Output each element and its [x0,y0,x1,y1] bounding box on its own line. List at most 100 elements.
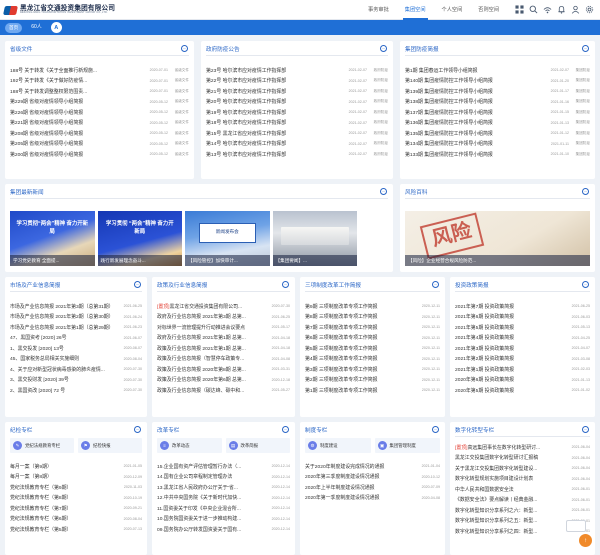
grid-icon[interactable] [515,5,524,14]
more-icon[interactable]: ··· [181,45,188,52]
list-item[interactable]: [置顶] 黑龙江省交通投资集团有限公司... 2020-07-30 [157,301,290,312]
list-item[interactable]: 13.黑龙江省人民政府办公厅关于“省... 2020-12-14 [157,482,290,493]
more-icon[interactable]: ··· [380,188,387,195]
list-item[interactable]: 2020年第5期 投资政策简报 2021-01-02 [455,385,590,396]
list-item[interactable]: 2021年第1期 投资政策简报 2021-02-03 [455,364,590,375]
more-icon[interactable]: ··· [134,426,141,433]
list-item[interactable]: 第200期 省级对疫情领导小组简报 2020-05-12 省级文件 [10,149,189,160]
tab-60-people[interactable]: 60人 [26,22,47,33]
list-item[interactable]: 4、关于应对新型冠状病毒感染的肺炎疫情... 2020-07-30 [10,364,142,375]
nav-group-space[interactable]: 集团空间 [397,0,434,20]
list-item[interactable]: 2020年第一季度制度建设情况通报 2020-04-08 [305,493,440,504]
more-icon[interactable]: ··· [282,281,289,288]
more-icon[interactable]: ··· [134,281,141,288]
list-item[interactable]: 2021年第7期 投资政策简报 2021-06-25 [455,301,590,312]
list-item[interactable]: 2021年第6期 投资政策简报 2021-06-03 [455,312,590,323]
list-item[interactable]: 第14号 哈尔滨市应对疫情工作指挥部 2021-02-07 政府防疫 [206,139,388,150]
list-item[interactable]: 第22号 哈尔滨市应对疫情工作指挥部 2021-02-07 政府防疫 [206,76,388,87]
list-item[interactable]: 政府及行业信息简报 2021年第3期 总第... 2021-06-25 [157,312,290,323]
more-icon[interactable]: ··· [380,45,387,52]
search-icon[interactable] [529,5,538,14]
list-item[interactable]: 市场及产业信息简报 2021年第2期（总第30期） 2021-06-24 [10,312,142,323]
more-icon[interactable]: ··· [582,426,589,433]
list-item[interactable]: 第21号 哈尔滨市应对疫情工作指挥部 2021-02-07 政府防疫 [206,86,388,97]
list-item[interactable]: 第135期 集团疫情防控工作领导小组简报 2021-01-12 集团防疫 [405,128,590,139]
floating-toolbox[interactable] [566,520,586,532]
list-item[interactable]: 第20号 哈尔滨市应对疫情工作指挥部 2021-02-07 政府防疫 [206,97,388,108]
list-item[interactable]: 188号 关于转发《关于全面推行新规施... 2020-07-01 省级文件 [10,65,189,76]
list-item[interactable]: 14.国有企业公司章程制定管理办法 2020-12-14 [157,472,290,483]
list-item[interactable]: 《数据安全法》要点解读丨经典金融... 2021-06-01 [455,495,590,506]
nav-other-space[interactable]: 否则空间 [470,0,507,20]
list-item[interactable]: 第9期 三项制度改革专项工作简报 2020-12-11 [305,301,440,312]
list-item[interactable]: 10.国务院国资委关于进一步推动构建... 2020-12-14 [157,514,290,525]
bell-icon[interactable] [557,5,566,14]
quick-link-reform-news[interactable]: ≡ 改革动态 [157,438,222,453]
list-item[interactable]: 第140期 集团疫情防控工作领导小组简报 2021-01-20 集团防疫 [405,76,590,87]
quick-link-regulation-building[interactable]: ⚙ 制度建设 [305,438,371,453]
list-item[interactable]: 2021年第3期 投资政策简报 2021-04-07 [455,343,590,354]
list-item[interactable]: 2021年第2期 投资政策简报 2021-03-08 [455,354,590,365]
list-item[interactable]: 政府及行业信息简报 2021年第1期 总第... 2021-04-18 [157,333,290,344]
list-item[interactable]: 第138期 集团疫情防控工作领导小组简报 2021-01-16 集团防疫 [405,97,590,108]
settings-icon[interactable] [585,5,594,14]
list-item[interactable]: 第6期 三项制度改革专项工作简报 2020-12-11 [305,333,440,344]
list-item[interactable]: 数字化转型知识分享系列之六：新型... 2021-06-01 [455,505,590,516]
list-item[interactable]: 对标世界一流管理提升行动推进会议要点 2021-05-17 [157,322,290,333]
list-item[interactable]: 188号 关于转发调整整权限范围责... 2020-07-01 省级文件 [10,86,189,97]
list-item[interactable]: 第19号 哈尔滨市应对疫情工作指挥部 2021-02-07 政府防疫 [206,107,388,118]
news-image[interactable]: 新闻发布会 【风险管控】加快审计... [185,211,270,266]
more-icon[interactable]: ··· [582,281,589,288]
list-item[interactable]: 党纪法规教育专栏（第9期） 2020-11-03 [10,482,142,493]
list-item[interactable]: 2020年第6期 投资政策简报 2021-01-13 [455,375,590,386]
more-icon[interactable]: ··· [432,281,439,288]
list-item[interactable]: [置顶] 高远集团事长在数字化转型研讨... 2021-06-04 [455,442,590,453]
wifi-icon[interactable] [543,5,552,14]
list-item[interactable]: 黑龙江交投集团数字化转型研讨汇报稿 2021-06-04 [455,453,590,464]
nav-personal-space[interactable]: 个人空间 [434,0,471,20]
list-item[interactable]: 中华人民共和国数据安全法 2021-06-01 [455,484,590,495]
more-icon[interactable]: ··· [582,188,589,195]
company-logo[interactable]: 黑龙江省交通投资集团有限公司 HEILONGJIANG TRANSPORTATI… [3,3,115,17]
tab-a[interactable]: A [50,22,62,33]
list-item[interactable]: 2021年第4期 投资政策简报 2021-04-25 [455,333,590,344]
list-item[interactable]: 3、黑交投财发 [2020] 39号 2020-07-30 [10,375,142,386]
list-item[interactable]: 15.企业国有资产评估管理暂行办法（... 2020-12-14 [157,461,290,472]
list-item[interactable]: 第229期 省级对疫情领导小组简报 2020-05-12 省级文件 [10,97,189,108]
list-item[interactable]: 第221期 省级对疫情领导小组简报 2020-05-12 省级文件 [10,118,189,129]
list-item[interactable]: 数字化转型规划实施项目建设计划表 2021-06-04 [455,474,590,485]
list-item[interactable]: 11.国资委关于印发《中央企业混合所... 2020-12-14 [157,503,290,514]
list-item[interactable]: 第2期 三项制度改革专项工作简报 2020-12-11 [305,375,440,386]
list-item[interactable]: 45、国家税务总局相关实施细则 2020-08-04 [10,354,142,365]
nav-approval[interactable]: 事务审批 [360,0,397,20]
tab-home[interactable]: 首页 [5,22,23,33]
list-item[interactable]: 1、黑交投发 [2020] 13号 2020-08-07 [10,343,142,354]
list-item[interactable]: 政策及行业信息简报 2020年第6期 总第... 2020-12-18 [157,375,290,386]
list-item[interactable]: 第15号 黑龙江省应对疫情工作指挥部 2021-02-07 政府防疫 [206,128,388,139]
more-icon[interactable]: ··· [432,426,439,433]
quick-link-discipline-news[interactable]: ⚑ 纪检快报 [78,438,142,453]
list-item[interactable]: 第208期 省级对疫情领导小组简报 2020-05-12 省级文件 [10,128,189,139]
list-item[interactable]: 第13号 哈尔滨市应对疫情工作指挥部 2021-02-07 政府防疫 [206,149,388,160]
list-item[interactable]: 第5期 三项制度改革专项工作简报 2020-12-11 [305,343,440,354]
list-item[interactable]: 政策及行业信息简报 2021年第1期 总第... 2021-04-18 [157,343,290,354]
news-image[interactable]: 学习贯彻 “两会”精神 奋力开新局 践行新发展理念奋斗... [97,211,182,266]
list-item[interactable]: 2020年第三季度制度建设情况通报 2020-10-12 [305,472,440,483]
list-item[interactable]: 党纪法规教育专栏（第5期） 2020-07-13 [10,524,142,535]
list-item[interactable]: 第1期 三项制度改革专项工作简报 2020-12-11 [305,385,440,396]
list-item[interactable]: 政策及行业信息简报 2020年第8期 总第... 2021-03-31 [157,364,290,375]
list-item[interactable]: 2020年上半年制度建设情况通报 2020-07-09 [305,482,440,493]
list-item[interactable]: 关于2020年制度建设完成情况的通报 2021-01-04 [305,461,440,472]
list-item[interactable]: 政策及行业信息简报（智慧停车政策专... 2021-04-08 [157,354,290,365]
list-item[interactable]: 第205期 省级对疫情领导小组简报 2020-05-12 省级文件 [10,139,189,150]
list-item[interactable]: 2、黑国资改 [2020] 72 号 2020-07-30 [10,385,142,396]
list-item[interactable]: 第1期 集团春运工作领导小组简报 2021-02-07 集团防疫 [405,65,590,76]
back-to-top-icon[interactable]: ↑ [579,534,592,547]
list-item[interactable]: 党纪法规教育专栏（第7期） 2020-09-21 [10,503,142,514]
list-item[interactable]: 第136期 集团疫情防控工作领导小组简报 2021-01-13 集团防疫 [405,118,590,129]
list-item[interactable]: 09.国务院办公厅转发国资委关于国有... 2020-12-14 [157,524,290,535]
quick-link-discipline-education[interactable]: ✎ 党纪法规教育专栏 [10,438,74,453]
list-item[interactable]: 党纪法规教育专栏（第8期） 2020-10-19 [10,493,142,504]
list-item[interactable]: 第18号 哈尔滨市应对疫情工作指挥部 2021-02-07 政府防疫 [206,118,388,129]
list-item[interactable]: 第8期 三项制度改革专项工作简报 2020-12-11 [305,312,440,323]
